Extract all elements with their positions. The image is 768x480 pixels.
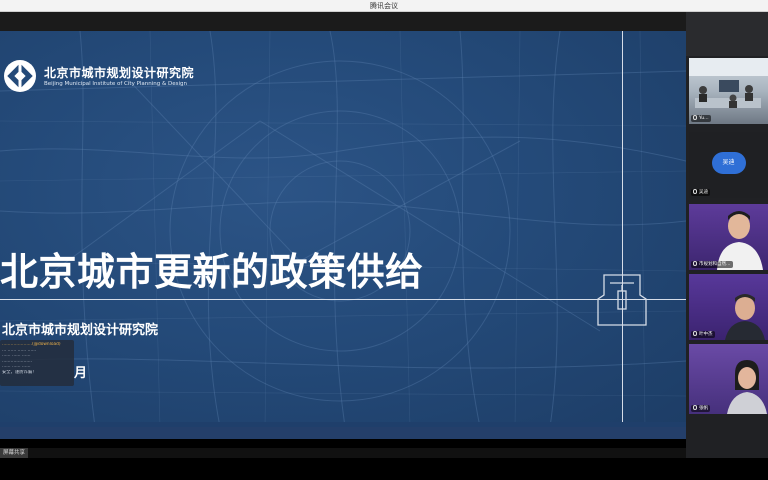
status-bar: [0, 448, 686, 458]
participant-video-tile[interactable]: 张帆: [689, 344, 768, 414]
participant-video-feed: [727, 360, 767, 414]
microphone-icon: [693, 331, 697, 336]
tower-emblem-icon: [597, 274, 647, 326]
logo-english-name: Beijing Municipal Institute of City Plan…: [44, 81, 188, 87]
shared-screen-slide: 北京市城市规划设计研究院 Beijing Municipal Institute…: [0, 31, 686, 427]
participants-panel-header: [686, 12, 768, 56]
slide-vertical-rule: [622, 31, 623, 427]
microphone-icon: [693, 189, 697, 194]
participant-avatar: 吴迪: [711, 152, 746, 174]
slide-organization: 北京市城市规划设计研究院: [2, 323, 159, 338]
participant-name-label: 张帆: [691, 405, 710, 412]
security-notice-popup[interactable]: …………………(@download) … …… …… …… …… …… …… ……: [0, 340, 74, 386]
slide-title: 北京城市更新的政策供给: [0, 250, 424, 294]
participant-video-tile[interactable]: 市规划和自然…: [689, 204, 768, 270]
institute-logo-icon: [4, 60, 36, 92]
participant-name-label: 市规划和自然…: [691, 261, 733, 268]
participant-name-label: Yu…: [691, 115, 711, 122]
map-background: [0, 31, 686, 427]
logo-chinese-name: 北京市城市规划设计研究院: [44, 66, 195, 80]
participant-name-label: 吴迪: [691, 189, 710, 196]
microphone-icon: [693, 115, 697, 120]
microphone-icon: [693, 261, 697, 266]
microphone-icon: [693, 405, 697, 410]
participant-avatar-tile[interactable]: 吴迪 吴迪: [689, 132, 768, 198]
screen-share-label[interactable]: 屏幕共享: [0, 448, 29, 458]
meeting-toolbar: [0, 12, 768, 31]
participant-video-tile[interactable]: 叶中杰: [689, 274, 768, 340]
window-title: 腾讯会议: [370, 2, 398, 10]
slide-bottom-strip: [0, 427, 686, 439]
participant-name-label: 叶中杰: [691, 331, 715, 338]
slide-date: 月: [74, 366, 88, 381]
window-titlebar: 腾讯会议: [0, 0, 768, 12]
participant-video-tile[interactable]: Yu…: [689, 58, 768, 124]
bottom-control-bar: [0, 458, 768, 480]
notice-line: 安全，谨防诈骗！: [2, 369, 37, 375]
slide-divider: [0, 299, 686, 300]
